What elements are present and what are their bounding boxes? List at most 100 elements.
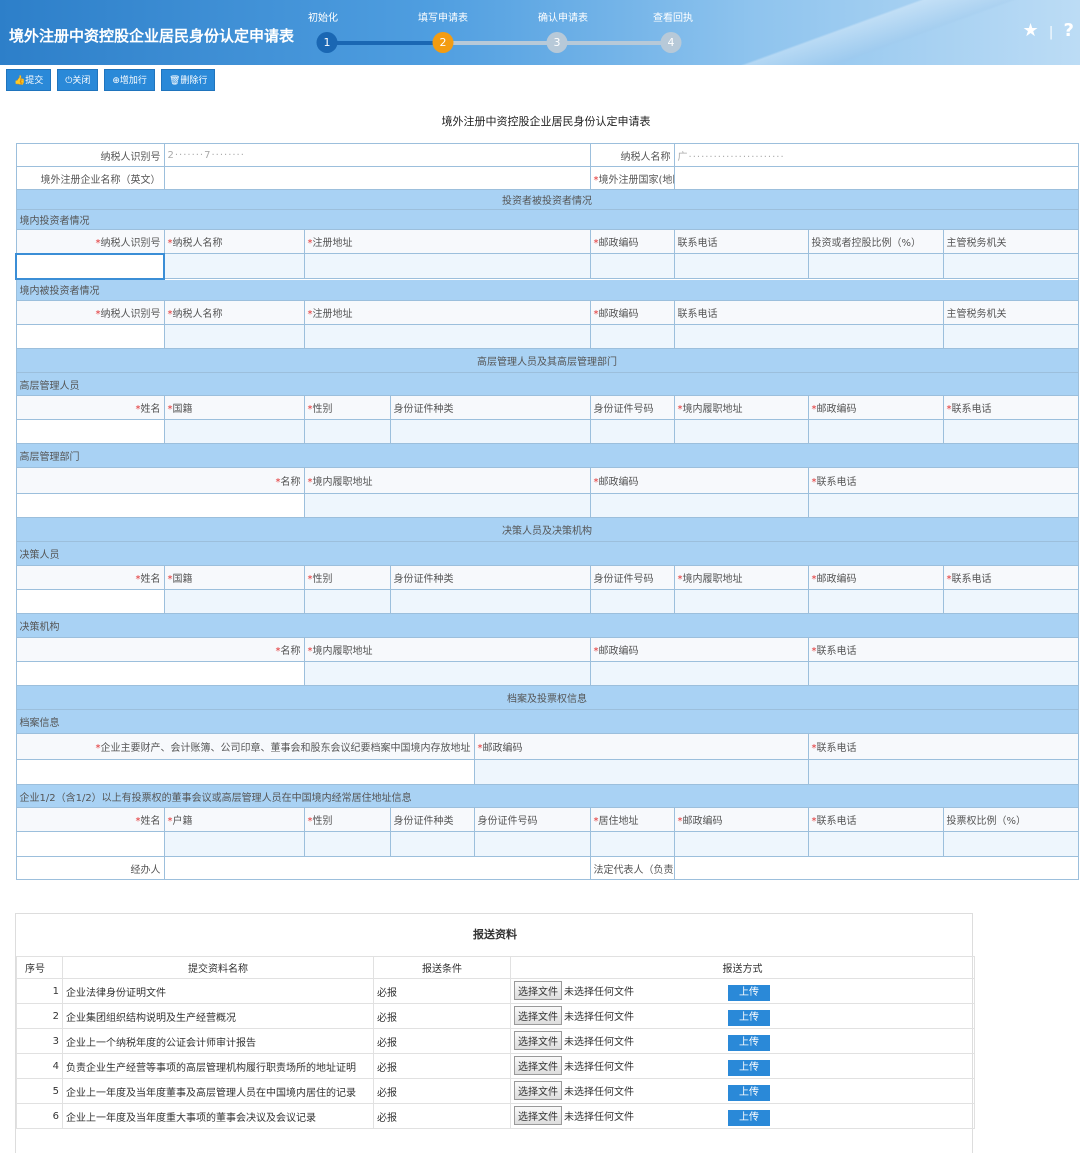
col-postcode-text: 邮政编码	[598, 238, 639, 249]
choose-file-button[interactable]: 选择文件	[514, 1081, 562, 1100]
decision-idno-input[interactable]	[589, 589, 675, 614]
invested-regaddr-input[interactable]	[303, 324, 591, 349]
dept-name-input[interactable]	[15, 493, 305, 518]
table-row: 5 企业上一年度及当年度董事及高层管理人员在中国境内居住的记录 必报 选择文件未…	[16, 1078, 975, 1104]
subsection-archive-info: 档案信息	[15, 709, 1079, 734]
archive-addr-input[interactable]	[15, 759, 475, 785]
col-taxid-text: 纳税人识别号	[100, 237, 161, 249]
senior-idtype-input[interactable]	[389, 419, 591, 444]
upload-button[interactable]: 上传	[728, 1035, 770, 1051]
dept-dutyaddr-input[interactable]	[303, 493, 591, 518]
col-resaddr-text: 居住地址	[598, 816, 639, 827]
row-material-name: 企业上一年度及当年度董事及高层管理人员在中国境内居住的记录	[62, 1078, 374, 1104]
decision-name-input[interactable]	[15, 589, 165, 614]
col-deptname-2-text: 名称	[280, 646, 301, 657]
invested-taxid-input[interactable]	[15, 324, 165, 349]
country-input[interactable]	[673, 166, 1079, 190]
choose-file-button[interactable]: 选择文件	[514, 1006, 562, 1025]
star-icon[interactable]: ★	[1022, 20, 1038, 41]
archive-phone-input[interactable]	[807, 759, 1079, 785]
col-deptname-text: 名称	[280, 477, 301, 488]
decision-phone-input[interactable]	[942, 589, 1079, 614]
vote-phone-input[interactable]	[807, 831, 944, 857]
upload-button[interactable]: 上传	[728, 1010, 770, 1026]
submit-button[interactable]: 👍提交	[6, 69, 52, 91]
help-icon[interactable]: ?	[1064, 20, 1074, 41]
org-name-input[interactable]	[15, 661, 305, 686]
decision-dutyaddr-input[interactable]	[673, 589, 809, 614]
investor-taxname-input[interactable]	[163, 253, 305, 279]
org-phone-input[interactable]	[807, 661, 1079, 686]
vote-name-input[interactable]	[15, 831, 165, 857]
invested-taxname-input[interactable]	[163, 324, 305, 349]
decision-gender-input[interactable]	[303, 589, 391, 614]
decision-nationality-input[interactable]	[163, 589, 305, 614]
investor-phone-input[interactable]	[673, 253, 809, 279]
step-4-dot: 4	[660, 32, 682, 53]
add-row-button[interactable]: ⊕增加行	[104, 69, 155, 91]
senior-nationality-input[interactable]	[163, 419, 305, 444]
no-file-text: 未选择任何文件	[564, 987, 634, 998]
legal-rep-input[interactable]	[673, 856, 1079, 880]
decision-postcode-input[interactable]	[807, 589, 944, 614]
investor-ratio-input[interactable]	[807, 253, 944, 279]
delete-row-button-label: 删除行	[180, 76, 208, 86]
col-postcode-3: *邮政编码	[807, 395, 944, 420]
step-4-label: 查看回执	[653, 13, 693, 24]
step-1-label: 初始化	[308, 13, 338, 24]
archive-postcode-input[interactable]	[473, 759, 809, 785]
col-voteratio: 投票权比例（%）	[942, 807, 1079, 832]
invested-taxoffice-input[interactable]	[942, 324, 1079, 349]
senior-postcode-input[interactable]	[807, 419, 944, 444]
col-condition: 报送条件	[373, 956, 511, 979]
trash-icon: 🗑	[168, 76, 181, 86]
upload-button[interactable]: 上传	[728, 985, 770, 1001]
decision-idtype-input[interactable]	[389, 589, 591, 614]
col-postcode-4-text: 邮政编码	[598, 477, 639, 488]
taxpayer-id-field[interactable]: 2·······7········	[163, 143, 591, 167]
upload-button[interactable]: 上传	[728, 1110, 770, 1126]
col-dutyaddr-3-text: 境内履职地址	[682, 574, 743, 585]
invested-postcode-input[interactable]	[589, 324, 675, 349]
vote-ratio-input[interactable]	[942, 831, 1079, 857]
invested-phone-input[interactable]	[673, 324, 944, 349]
org-dutyaddr-input[interactable]	[303, 661, 591, 686]
col-name-2: *姓名	[15, 565, 165, 590]
investor-regaddr-input[interactable]	[303, 253, 591, 279]
vote-hukou-input[interactable]	[163, 831, 305, 857]
choose-file-button[interactable]: 选择文件	[514, 1056, 562, 1075]
investor-taxid-input[interactable]	[15, 252, 165, 280]
vote-resaddr-input[interactable]	[589, 831, 675, 857]
choose-file-button[interactable]: 选择文件	[514, 981, 562, 1000]
no-file-text: 未选择任何文件	[564, 1062, 634, 1073]
senior-dutyaddr-input[interactable]	[673, 419, 809, 444]
close-button[interactable]: ⏻关闭	[57, 69, 99, 91]
dept-postcode-input[interactable]	[589, 493, 809, 518]
subsection-decision-org: 决策机构	[15, 613, 1079, 638]
senior-idno-input[interactable]	[589, 419, 675, 444]
investor-postcode-input[interactable]	[589, 253, 675, 279]
upload-button[interactable]: 上传	[728, 1085, 770, 1101]
row-condition: 必报	[373, 978, 511, 1004]
taxpayer-name-field[interactable]: 广·······················	[673, 143, 1079, 167]
dept-phone-input[interactable]	[807, 493, 1079, 518]
org-postcode-input[interactable]	[589, 661, 809, 686]
vote-idno-input[interactable]	[473, 831, 591, 857]
vote-idtype-input[interactable]	[389, 831, 475, 857]
senior-phone-input[interactable]	[942, 419, 1079, 444]
senior-gender-input[interactable]	[303, 419, 391, 444]
vote-postcode-input[interactable]	[673, 831, 809, 857]
handler-input[interactable]	[163, 856, 591, 880]
choose-file-button[interactable]: 选择文件	[514, 1106, 562, 1125]
vote-gender-input[interactable]	[303, 831, 391, 857]
delete-row-button[interactable]: 🗑删除行	[160, 69, 216, 91]
col-gender-3-text: 性别	[312, 816, 333, 827]
subsection-senior-dept: 高层管理部门	[15, 443, 1079, 468]
en-name-input[interactable]	[163, 166, 591, 190]
senior-name-input[interactable]	[15, 419, 165, 444]
investor-taxoffice-input[interactable]	[942, 253, 1079, 279]
col-phone-8-text: 联系电话	[816, 816, 857, 827]
upload-button[interactable]: 上传	[728, 1060, 770, 1076]
choose-file-button[interactable]: 选择文件	[514, 1031, 562, 1050]
col-taxid: *纳税人识别号	[15, 229, 165, 254]
